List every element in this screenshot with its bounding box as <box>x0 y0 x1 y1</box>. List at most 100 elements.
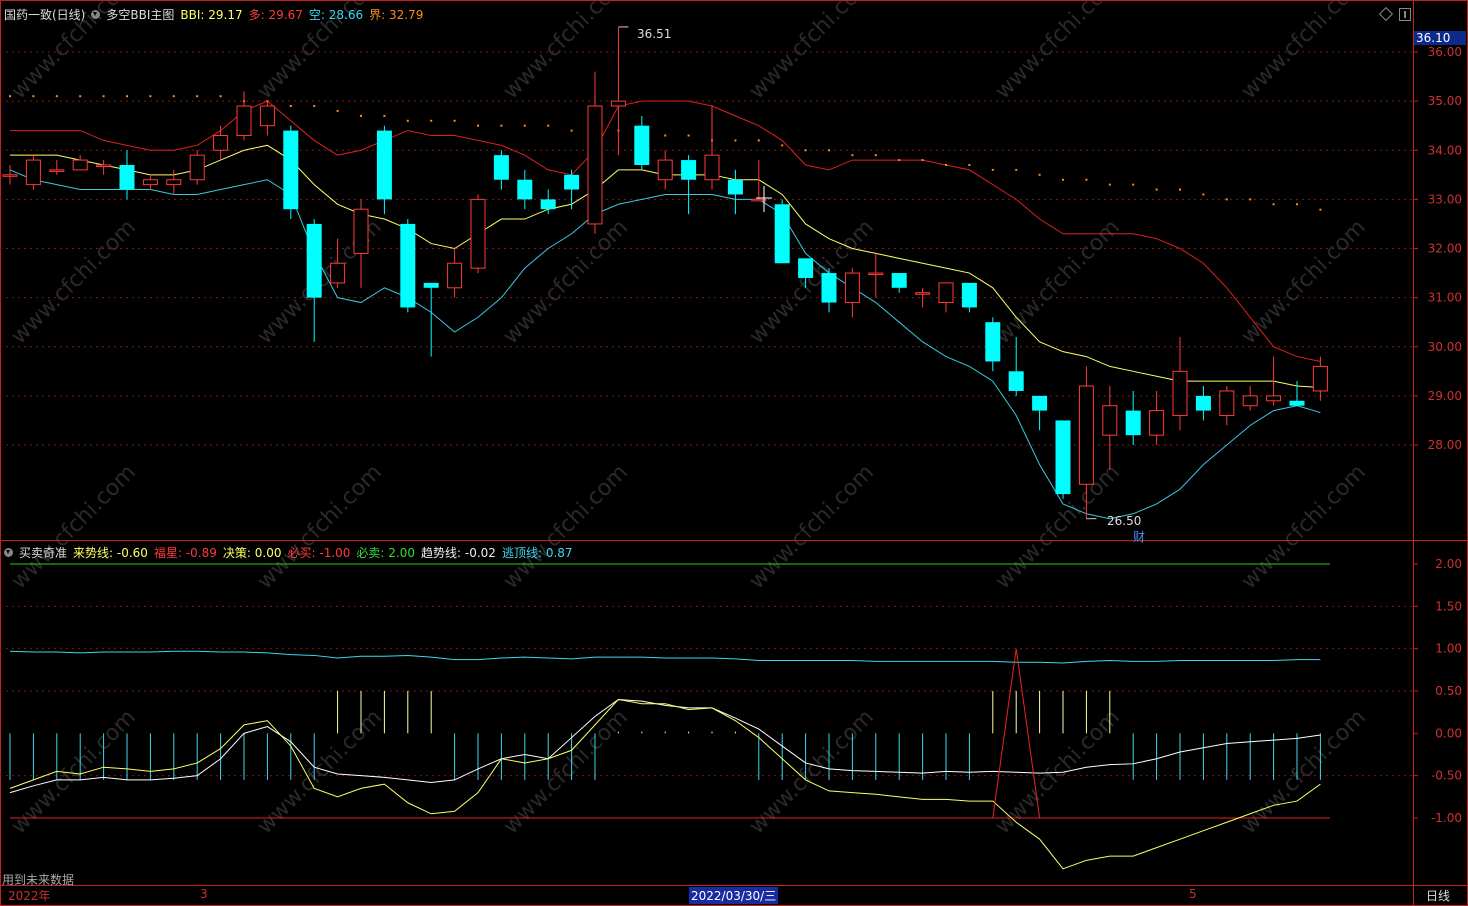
watermark: www.cfchi.com <box>991 215 1125 349</box>
main-indicator-name[interactable]: 多空BBI主图 <box>106 6 174 23</box>
laishi-label: 来势线: <box>73 546 114 560</box>
candle-body <box>844 272 860 304</box>
candle-body <box>1008 371 1024 391</box>
main-tick-label: 29.00 <box>1428 389 1462 403</box>
jie-dot <box>828 149 830 152</box>
candle-body <box>681 160 697 180</box>
candle-body <box>1102 405 1118 436</box>
candle-body <box>1312 365 1328 392</box>
jie-label: 界: <box>369 8 386 22</box>
candle-body <box>540 199 556 210</box>
watermark: www.cfchi.com <box>499 215 633 349</box>
candle-body <box>1125 410 1141 436</box>
jie-dot <box>383 114 386 117</box>
watermark: www.cfchi.com <box>1237 460 1371 594</box>
axis-month-5: 5 <box>1189 887 1197 901</box>
jie-dot <box>1225 198 1228 201</box>
jie-dot <box>1108 183 1111 186</box>
jie-dot <box>1015 168 1018 171</box>
jie-dot <box>149 95 152 98</box>
laishi-value: -0.60 <box>116 546 148 560</box>
candle-body <box>400 223 416 308</box>
candle-body <box>938 282 954 304</box>
sub-indicator-name[interactable]: 买卖奇准 <box>19 544 67 561</box>
jie-dot <box>547 124 550 127</box>
jie-dot <box>968 163 971 166</box>
watermark: www.cfchi.com <box>253 705 387 839</box>
candle-body <box>1032 395 1048 411</box>
bimaichu-value: 2.00 <box>388 546 416 560</box>
jie-dot <box>781 144 784 147</box>
main-tick-label: 36.00 <box>1428 45 1462 59</box>
sub-tick-label: 0.50 <box>1435 684 1462 698</box>
candle-body <box>1289 400 1305 406</box>
jie-dot <box>1296 203 1298 206</box>
candle-body <box>96 164 112 167</box>
jie-dot <box>523 124 526 127</box>
candle-body <box>564 174 580 190</box>
candle-body <box>1242 395 1258 407</box>
sub-indicator-menu-icon[interactable] <box>4 548 13 557</box>
qushi-value: -0.02 <box>464 546 496 560</box>
candle-body <box>213 135 229 151</box>
candle-body <box>517 179 533 200</box>
jie-dot <box>172 95 175 98</box>
candle-body <box>49 169 65 172</box>
candle-body <box>283 130 299 210</box>
candle-body <box>236 105 252 137</box>
candle-body <box>821 273 837 303</box>
candle-body <box>189 154 205 181</box>
watermark: www.cfchi.com <box>1237 215 1371 349</box>
candle-body <box>1219 390 1235 417</box>
sub-tick-label: 2.00 <box>1435 557 1462 571</box>
juece-value: 0.00 <box>254 546 282 560</box>
candle-body <box>634 125 650 165</box>
jie-dot <box>360 114 362 117</box>
candle-body <box>727 179 743 195</box>
candle-body <box>1078 385 1094 485</box>
candle-body <box>493 155 509 180</box>
jie-dot <box>874 154 877 157</box>
candle-body <box>423 282 439 288</box>
watermark: www.cfchi.com <box>499 705 633 839</box>
bbi-label: BBI: <box>180 7 205 22</box>
sub-tick-label: 1.00 <box>1435 642 1462 656</box>
candle-body <box>25 159 41 186</box>
candle-body <box>166 179 182 186</box>
bimaichu-label: 必卖: <box>356 546 385 560</box>
candle-body <box>259 105 275 127</box>
candle-body <box>330 262 346 284</box>
period-label[interactable]: 日线 <box>1426 887 1450 904</box>
jie-dot <box>757 139 760 142</box>
jie-dot <box>1038 173 1041 176</box>
candle-body <box>798 258 814 278</box>
finance-marker[interactable]: 财 <box>1133 528 1145 545</box>
series-upper-line <box>10 100 1321 362</box>
jie-dot <box>219 95 222 98</box>
watermark: www.cfchi.com <box>745 705 879 839</box>
jie-dot <box>804 149 807 152</box>
jie-dot <box>289 105 292 108</box>
candle-body <box>891 273 907 288</box>
jie-dot <box>1319 208 1322 211</box>
candle-body <box>447 262 463 289</box>
chart-canvas[interactable]: www.cfchi.com www.cfchi.com www.cfchi.com w… <box>0 0 1468 906</box>
stock-title[interactable]: 国药一致(日线) <box>4 6 85 23</box>
jie-dot <box>32 95 35 98</box>
sub-chart-header: 买卖奇准 来势线: -0.60 福星: -0.89 决策: 0.00 必买: -… <box>4 544 573 561</box>
jie-dot <box>734 139 737 142</box>
indicator-menu-icon[interactable] <box>91 10 101 19</box>
candle-body <box>2 174 18 177</box>
jie-dot <box>336 109 339 112</box>
juece-label: 决策: <box>222 546 251 560</box>
jie-dot <box>1132 183 1135 186</box>
panel-toggle-icon[interactable] <box>1399 8 1411 21</box>
current-price-tag: 36.10 <box>1414 31 1466 45</box>
candle-body <box>353 208 369 254</box>
jie-dot <box>9 95 11 98</box>
candle-body <box>610 100 626 107</box>
jie-dot <box>1179 188 1181 191</box>
jie-dot <box>1155 188 1158 191</box>
jie-dot <box>1085 178 1088 181</box>
series-escape-line <box>9 650 1321 664</box>
